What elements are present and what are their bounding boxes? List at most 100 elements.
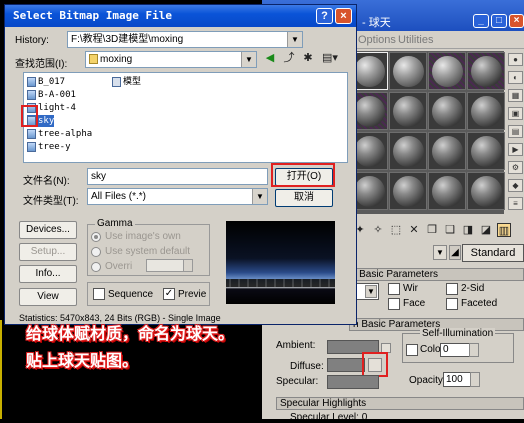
self-illum-value-field[interactable]: 0: [440, 343, 470, 357]
sample-slot[interactable]: [428, 92, 466, 130]
sample-slot[interactable]: [467, 92, 505, 130]
file-name: tree-alpha: [38, 129, 93, 139]
navigator-icon[interactable]: ≡: [508, 197, 523, 210]
gamma-override-field[interactable]: [146, 259, 184, 272]
shader-basic-parameters-rollout[interactable]: r Basic Parameters: [349, 268, 524, 281]
face-map-checkbox[interactable]: [388, 298, 400, 310]
view-button[interactable]: View: [19, 288, 77, 306]
self-illum-spinner[interactable]: [469, 343, 479, 357]
preview-icon[interactable]: ▶: [508, 143, 523, 156]
uv-tiling-icon[interactable]: ▣: [508, 107, 523, 120]
history-dropdown[interactable]: F:\教程\3D建模型\moxing ▼: [67, 31, 303, 48]
material-type-button[interactable]: Standard: [462, 244, 524, 262]
options-icon[interactable]: ⚙: [508, 161, 523, 174]
new-folder-icon[interactable]: ✱: [301, 51, 315, 65]
up-folder-icon[interactable]: ⤴: [282, 51, 296, 65]
opacity-value-field[interactable]: 100: [443, 372, 471, 387]
wire-checkbox[interactable]: [388, 283, 400, 295]
view-menu-icon[interactable]: ▤▾: [320, 51, 340, 65]
backlight-icon[interactable]: ◐: [508, 71, 523, 84]
sample-type-icon[interactable]: ●: [508, 53, 523, 66]
gamma-own-radio[interactable]: [91, 232, 101, 242]
list-item[interactable]: tree-y: [27, 141, 71, 153]
setup-button[interactable]: Setup...: [19, 243, 77, 261]
menu-utilities[interactable]: Utilities: [398, 34, 433, 46]
gamma-system-label: Use system default: [105, 246, 191, 257]
two-sided-checkbox[interactable]: [446, 283, 458, 295]
image-file-icon: [27, 89, 36, 100]
put-material-icon[interactable]: ✧: [371, 223, 385, 237]
self-illum-color-label: Colo: [420, 344, 441, 355]
sample-sphere: [432, 136, 463, 167]
file-name: B_017: [38, 77, 66, 87]
specular-highlights-rollout[interactable]: Specular Highlights: [276, 397, 524, 410]
material-sample-slots: [349, 51, 505, 214]
sample-sphere: [432, 56, 463, 87]
back-icon[interactable]: ◀: [263, 51, 277, 65]
sample-slot[interactable]: [389, 132, 427, 170]
sample-slot[interactable]: [428, 52, 466, 90]
list-item[interactable]: tree-alpha: [27, 128, 92, 140]
dropdown-arrow-icon[interactable]: ▼: [252, 189, 267, 204]
minimize-icon[interactable]: _: [473, 14, 489, 28]
reset-map-icon[interactable]: ✕: [407, 223, 421, 237]
make-copy-icon[interactable]: ❐: [425, 223, 439, 237]
assign-material-icon[interactable]: ⬚: [389, 223, 403, 237]
opacity-spinner[interactable]: [470, 372, 480, 387]
sample-slot[interactable]: [428, 132, 466, 170]
lookin-dropdown[interactable]: moxing ▼: [85, 51, 257, 68]
list-item[interactable]: B_017: [27, 76, 65, 88]
video-color-icon[interactable]: ▤: [508, 125, 523, 138]
devices-button[interactable]: Devices...: [19, 221, 77, 239]
sequence-checkbox[interactable]: [93, 288, 105, 300]
close-icon[interactable]: ×: [509, 14, 524, 28]
material-effects-icon[interactable]: ◪: [479, 223, 493, 237]
list-item[interactable]: 模型: [112, 76, 141, 88]
sample-slot[interactable]: [467, 132, 505, 170]
sample-sphere: [354, 56, 385, 87]
specular-color-swatch[interactable]: [327, 375, 379, 389]
list-item[interactable]: B-A-001: [27, 89, 76, 101]
self-illumination-label: Self-Illumination: [420, 328, 496, 339]
sample-slot[interactable]: [467, 172, 505, 210]
filename-input[interactable]: sky: [87, 168, 268, 185]
close-icon[interactable]: ×: [335, 8, 352, 24]
help-icon[interactable]: ?: [316, 8, 333, 24]
rollout-title: r Basic Parameters: [353, 269, 439, 280]
tutorial-caption-line-1: 给球体赋材质，命名为球天。: [26, 326, 235, 343]
folder-icon: [89, 54, 98, 65]
gamma-override-label: Overri: [105, 261, 133, 272]
sample-slot[interactable]: [428, 172, 466, 210]
sample-slot[interactable]: [389, 92, 427, 130]
filetype-dropdown[interactable]: All Files (*.*) ▼: [87, 188, 268, 205]
bitmap-preview-image: [226, 221, 335, 304]
sample-sphere: [354, 176, 385, 207]
sample-slot[interactable]: [389, 172, 427, 210]
sample-sphere: [354, 136, 385, 167]
pick-material-icon[interactable]: ◢: [449, 245, 461, 260]
info-button[interactable]: Info...: [19, 265, 77, 283]
gamma-system-radio[interactable]: [91, 247, 101, 257]
gamma-override-radio[interactable]: [91, 262, 101, 272]
sample-slot[interactable]: [389, 52, 427, 90]
maximize-icon[interactable]: □: [491, 14, 507, 28]
highlight-box-sky: [21, 105, 38, 127]
menu-options[interactable]: Options: [358, 34, 396, 46]
material-dropdown-icon[interactable]: ▼: [433, 245, 447, 260]
faceted-checkbox[interactable]: [446, 298, 458, 310]
select-by-material-icon[interactable]: ◆: [508, 179, 523, 192]
preview-checkbox[interactable]: ✓: [163, 288, 175, 300]
dropdown-arrow-icon[interactable]: ▼: [241, 52, 256, 67]
sample-slot[interactable]: [467, 52, 505, 90]
cancel-button[interactable]: 取消: [275, 189, 333, 207]
diffuse-color-swatch[interactable]: [327, 358, 365, 372]
put-library-icon[interactable]: ◨: [461, 223, 475, 237]
dropdown-arrow-icon[interactable]: ▼: [287, 32, 302, 47]
self-illum-color-checkbox[interactable]: [406, 344, 418, 356]
dropdown-arrow-icon[interactable]: ▼: [365, 285, 377, 298]
file-name: tree-y: [38, 142, 71, 152]
make-unique-icon[interactable]: ❑: [443, 223, 457, 237]
gamma-override-spinner[interactable]: [183, 259, 193, 272]
show-map-icon[interactable]: ▥: [497, 223, 511, 237]
background-icon[interactable]: ▦: [508, 89, 523, 102]
